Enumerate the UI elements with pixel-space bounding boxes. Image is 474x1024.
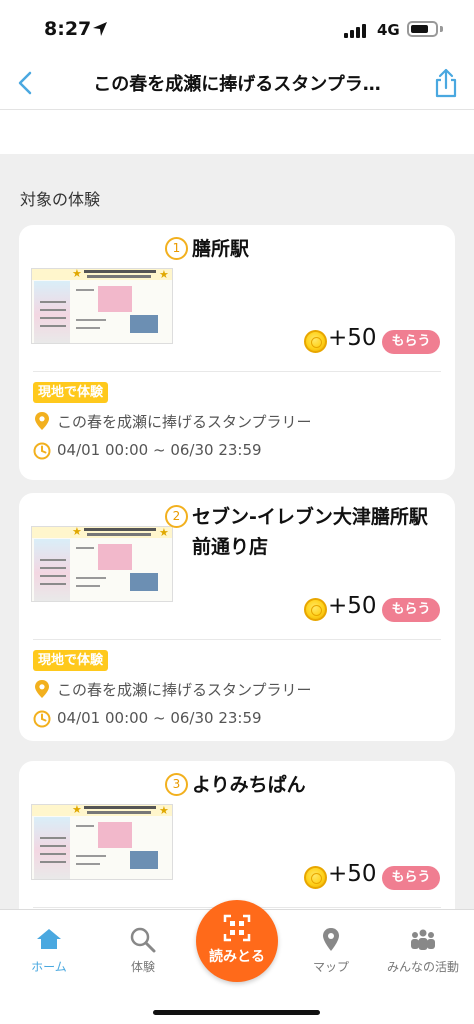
coin-icon bbox=[304, 598, 327, 621]
card-title: よりみちぱん bbox=[192, 770, 306, 800]
divider bbox=[33, 371, 441, 372]
tab-label: 体験 bbox=[130, 960, 155, 974]
points-value: +50 bbox=[328, 861, 377, 887]
tab-label: みんなの活動 bbox=[386, 960, 459, 974]
tab-home[interactable]: ホーム bbox=[2, 910, 96, 982]
clock-icon bbox=[33, 710, 51, 728]
status-bar: 8:27 4G bbox=[0, 0, 474, 56]
location-text: この春を成瀬に捧げるスタンプラリー bbox=[57, 681, 312, 699]
card-title-line: よりみちぱん bbox=[192, 774, 306, 796]
stamp-rally-thumbnail: ★ ★ bbox=[31, 804, 173, 880]
battery-icon bbox=[407, 21, 438, 37]
claim-button[interactable]: もらう bbox=[382, 866, 440, 890]
location-pin-icon bbox=[35, 680, 49, 698]
nav-bar: この春を成瀬に捧げるスタンプラ… bbox=[0, 56, 474, 110]
status-time: 8:27 bbox=[44, 18, 92, 40]
stamp-rally-thumbnail: ★ ★ bbox=[31, 268, 173, 344]
claim-button[interactable]: もらう bbox=[382, 330, 440, 354]
points-value: +50 bbox=[328, 593, 377, 619]
coin-icon bbox=[304, 866, 327, 889]
people-icon bbox=[411, 929, 435, 950]
battery-cap bbox=[440, 26, 443, 32]
network-label: 4G bbox=[377, 21, 400, 39]
scan-button[interactable]: 読みとる bbox=[196, 900, 278, 982]
tab-label: ホーム bbox=[31, 960, 67, 974]
search-icon bbox=[130, 927, 156, 953]
home-icon bbox=[37, 929, 61, 949]
map-pin-icon bbox=[323, 928, 339, 951]
location-arrow-icon bbox=[93, 22, 107, 36]
tab-map[interactable]: マップ bbox=[284, 910, 378, 982]
home-indicator bbox=[153, 1010, 320, 1015]
tab-experience[interactable]: 体験 bbox=[96, 910, 190, 982]
qr-scan-icon bbox=[223, 914, 251, 942]
number-badge: 2 bbox=[165, 505, 188, 528]
location-text: この春を成瀬に捧げるスタンプラリー bbox=[57, 413, 312, 431]
period-text: 04/01 00:00 ~ 06/30 23:59 bbox=[57, 441, 262, 459]
card-title-line: 膳所駅 bbox=[192, 238, 250, 260]
experience-card[interactable]: ★ ★ 1 膳所駅 +50 もらう 現地で体験 この春を成瀬に捧げるスタンプラリー… bbox=[19, 225, 455, 480]
claim-button[interactable]: もらう bbox=[382, 598, 440, 622]
signal-icon bbox=[344, 24, 370, 38]
section-label: 対象の体験 bbox=[20, 190, 101, 209]
header-spacer bbox=[0, 110, 474, 154]
page-title: この春を成瀬に捧げるスタンプラ… bbox=[93, 74, 381, 95]
card-title-line: 前通り店 bbox=[192, 536, 269, 558]
chevron-left-icon[interactable] bbox=[8, 64, 44, 102]
stamp-rally-thumbnail: ★ ★ bbox=[31, 526, 173, 602]
experience-type-tag: 現地で体験 bbox=[33, 382, 109, 403]
points-value: +50 bbox=[328, 325, 377, 351]
tab-bar: ホーム 体験 読みとる マップ みんなの活動 bbox=[0, 900, 474, 1024]
experience-type-tag: 現地で体験 bbox=[33, 650, 109, 671]
card-title: 膳所駅 bbox=[192, 234, 249, 264]
experience-card[interactable]: ★ ★ 2 セブン-イレブン大津膳所駅 前通り店 +50 もらう 現地で体験 この… bbox=[19, 493, 455, 741]
tab-label: マップ bbox=[312, 960, 349, 974]
card-title-line: セブン-イレブン大津膳所駅 bbox=[192, 506, 428, 528]
tab-everyone-activity[interactable]: みんなの活動 bbox=[376, 910, 470, 982]
card-title: セブン-イレブン大津膳所駅 前通り店 bbox=[192, 502, 428, 562]
number-badge: 1 bbox=[165, 237, 188, 260]
share-icon[interactable] bbox=[430, 66, 462, 100]
divider bbox=[33, 639, 441, 640]
scan-label: 読みとる bbox=[209, 949, 265, 965]
location-pin-icon bbox=[35, 412, 49, 430]
coin-icon bbox=[304, 330, 327, 353]
number-badge: 3 bbox=[165, 773, 188, 796]
period-text: 04/01 00:00 ~ 06/30 23:59 bbox=[57, 709, 262, 727]
clock-icon bbox=[33, 442, 51, 460]
